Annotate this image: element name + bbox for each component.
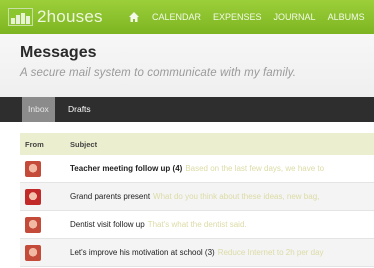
nav-journal[interactable]: JOURNAL bbox=[274, 12, 316, 22]
tab-drafts[interactable]: Drafts bbox=[62, 97, 97, 122]
app-logo[interactable]: 2houses bbox=[8, 6, 103, 28]
nav-calendar[interactable]: CALENDAR bbox=[152, 12, 201, 22]
message-row[interactable]: Dentist visit follow up That's what the d… bbox=[20, 211, 374, 239]
page-subtitle: A secure mail system to communicate with… bbox=[20, 67, 297, 79]
table-header: From Subject bbox=[20, 133, 374, 155]
avatar bbox=[25, 188, 41, 205]
tab-inbox[interactable]: Inbox bbox=[22, 97, 55, 122]
from-cell bbox=[20, 188, 70, 205]
avatar bbox=[25, 216, 41, 233]
main-nav: CALENDAR EXPENSES JOURNAL ALBUMS bbox=[128, 0, 365, 34]
subject-cell[interactable]: Let's improve his motivation at school (… bbox=[70, 248, 324, 257]
subject-cell[interactable]: Dentist visit follow up That's what the d… bbox=[70, 220, 247, 229]
message-preview: Based on the last few days, we have to bbox=[185, 164, 325, 173]
message-subject[interactable]: Teacher meeting follow up (4) bbox=[70, 164, 182, 173]
tab-bar: Inbox Drafts bbox=[0, 97, 374, 122]
logo-text: 2houses bbox=[37, 7, 103, 26]
nav-albums[interactable]: ALBUMS bbox=[328, 12, 365, 22]
messages-table: From Subject Teacher meeting follow up (… bbox=[20, 133, 374, 267]
logo-icon bbox=[8, 8, 33, 26]
subject-cell[interactable]: Grand parents present What do you think a… bbox=[70, 192, 319, 201]
message-preview: Reduce Internet to 2h per day bbox=[217, 248, 324, 257]
avatar bbox=[25, 244, 41, 261]
page-title: Messages bbox=[20, 44, 97, 61]
page-header: Messages A secure mail system to communi… bbox=[0, 34, 374, 97]
home-icon[interactable] bbox=[128, 11, 140, 23]
nav-expenses[interactable]: EXPENSES bbox=[213, 12, 262, 22]
from-cell bbox=[20, 160, 70, 177]
from-cell bbox=[20, 244, 70, 261]
message-preview: That's what the dentist said. bbox=[147, 220, 247, 229]
subject-cell[interactable]: Teacher meeting follow up (4) Based on th… bbox=[70, 164, 324, 173]
message-preview: What do you think about these ideas, new… bbox=[153, 192, 320, 201]
message-subject[interactable]: Dentist visit follow up bbox=[70, 220, 145, 229]
message-subject[interactable]: Grand parents present bbox=[70, 192, 150, 201]
message-row[interactable]: Let's improve his motivation at school (… bbox=[20, 239, 374, 267]
column-header-from: From bbox=[25, 139, 44, 149]
from-cell bbox=[20, 216, 70, 233]
column-header-subject: Subject bbox=[70, 139, 98, 149]
top-nav-bar: 2houses CALENDAR EXPENSES JOURNAL ALBUMS bbox=[0, 0, 374, 34]
message-row[interactable]: Teacher meeting follow up (4) Based on th… bbox=[20, 155, 374, 183]
message-subject[interactable]: Let's improve his motivation at school (… bbox=[70, 248, 215, 257]
message-row[interactable]: Grand parents present What do you think a… bbox=[20, 183, 374, 211]
avatar bbox=[25, 160, 41, 177]
